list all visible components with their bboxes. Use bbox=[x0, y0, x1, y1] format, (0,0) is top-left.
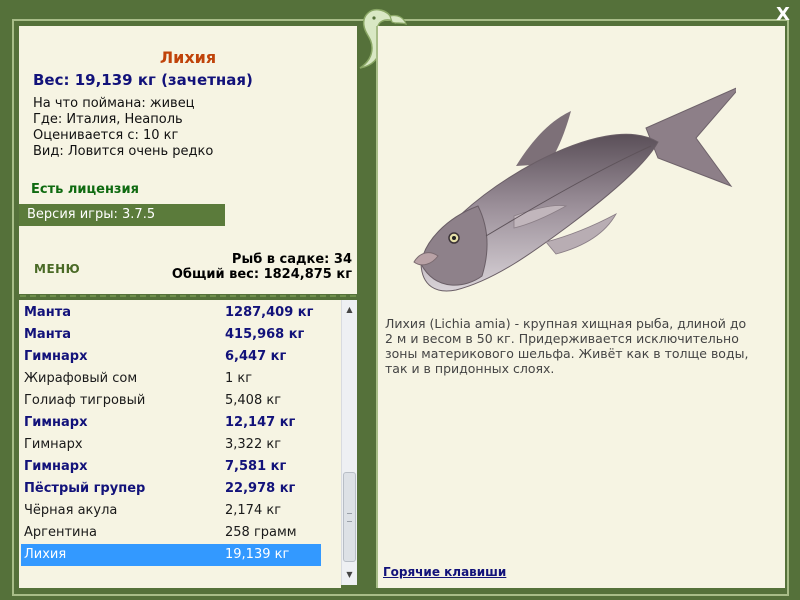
catch-fish-weight: 258 грамм bbox=[225, 525, 297, 540]
catch-list[interactable]: Манта 1287,409 кг Манта 415,968 кг Гимнарх 6,… bbox=[19, 300, 341, 588]
catch-row[interactable]: Гимнарх 6,447 кг bbox=[21, 346, 321, 368]
catch-fish-weight: 22,978 кг bbox=[225, 481, 296, 496]
catch-row[interactable]: Гимнарх 12,147 кг bbox=[21, 412, 321, 434]
location-detail: Где: Италия, Неаполь bbox=[33, 112, 183, 127]
catch-fish-name: Гимнарх bbox=[24, 415, 88, 430]
catch-fish-weight: 7,581 кг bbox=[225, 459, 287, 474]
catch-fish-weight: 1 кг bbox=[225, 371, 253, 386]
scroll-thumb[interactable] bbox=[343, 472, 356, 562]
catch-fish-name: Чёрная акула bbox=[24, 503, 118, 518]
lichia-fish-icon bbox=[413, 87, 736, 292]
catch-fish-weight: 415,968 кг bbox=[225, 327, 305, 342]
close-icon: X bbox=[776, 4, 790, 25]
grip-icon bbox=[347, 513, 352, 522]
min-weight-detail: Оценивается с: 10 кг bbox=[33, 128, 179, 143]
hotkeys-link[interactable]: Горячие клавиши bbox=[383, 565, 506, 579]
catch-list-scrollbar[interactable]: ▲ ▼ bbox=[341, 300, 357, 585]
divider bbox=[20, 295, 356, 297]
fish-description: Лихия (Lichia amia) - крупная хищная рыб… bbox=[385, 316, 749, 376]
catch-fish-weight: 3,322 кг bbox=[225, 437, 282, 452]
catch-row[interactable]: Манта 1287,409 кг bbox=[21, 302, 321, 324]
fish-weight: Вес: 19,139 кг (зачетная) bbox=[33, 71, 253, 89]
license-status: Есть лицензия bbox=[31, 182, 139, 197]
fish-info-panel: Лихия Вес: 19,139 кг (зачетная) На что п… bbox=[19, 26, 357, 294]
catch-row[interactable]: Голиаф тигровый 5,408 кг bbox=[21, 390, 321, 412]
catch-fish-name: Гимнарх bbox=[24, 437, 83, 452]
menu-button[interactable]: МЕНЮ bbox=[34, 262, 80, 276]
catch-row[interactable]: Жирафовый сом 1 кг bbox=[21, 368, 321, 390]
catch-row[interactable]: Пёстрый групер 22,978 кг bbox=[21, 478, 321, 500]
catch-fish-weight: 5,408 кг bbox=[225, 393, 282, 408]
catch-fish-name: Жирафовый сом bbox=[24, 371, 138, 386]
catch-fish-weight: 12,147 кг bbox=[225, 415, 296, 430]
fish-title: Лихия bbox=[159, 48, 217, 67]
fish-count: Рыб в садке: 34 bbox=[231, 252, 352, 267]
catch-fish-name: Голиаф тигровый bbox=[24, 393, 146, 408]
close-button[interactable]: X bbox=[772, 4, 794, 26]
scroll-up-icon[interactable]: ▲ bbox=[342, 302, 357, 317]
catch-row[interactable]: Чёрная акула 2,174 кг bbox=[21, 500, 321, 522]
catch-fish-weight: 19,139 кг bbox=[225, 547, 290, 562]
catch-fish-name: Гимнарх bbox=[24, 349, 88, 364]
catch-row[interactable]: Гимнарх 3,322 кг bbox=[21, 434, 321, 456]
keepnet-stats: Рыб в садке: 34 Общий вес: 1824,875 кг bbox=[172, 252, 352, 282]
catch-fish-name: Аргентина bbox=[24, 525, 97, 540]
fish-description-panel: Лихия (Lichia amia) - крупная хищная рыб… bbox=[376, 26, 785, 588]
catch-row[interactable]: Гимнарх 7,581 кг bbox=[21, 456, 321, 478]
catch-row-selected[interactable]: Лихия 19,139 кг bbox=[21, 544, 321, 566]
catch-fish-name: Лихия bbox=[24, 547, 67, 562]
catch-fish-weight: 6,447 кг bbox=[225, 349, 287, 364]
scroll-down-icon[interactable]: ▼ bbox=[342, 567, 357, 582]
catch-fish-name: Пёстрый групер bbox=[24, 481, 146, 496]
catch-fish-name: Манта bbox=[24, 305, 71, 320]
total-weight: Общий вес: 1824,875 кг bbox=[171, 267, 352, 282]
catch-fish-name: Манта bbox=[24, 327, 71, 342]
catch-fish-weight: 2,174 кг bbox=[225, 503, 282, 518]
version-bar: Версия игры: 3.7.5 bbox=[19, 204, 225, 226]
rarity-detail: Вид: Ловится очень редко bbox=[33, 144, 214, 159]
catch-row[interactable]: Манта 415,968 кг bbox=[21, 324, 321, 346]
catch-fish-weight: 1287,409 кг bbox=[225, 305, 314, 320]
bait-detail: На что поймана: живец bbox=[33, 96, 195, 111]
catch-row[interactable]: Аргентина 258 грамм bbox=[21, 522, 321, 544]
catch-fish-name: Гимнарх bbox=[24, 459, 88, 474]
